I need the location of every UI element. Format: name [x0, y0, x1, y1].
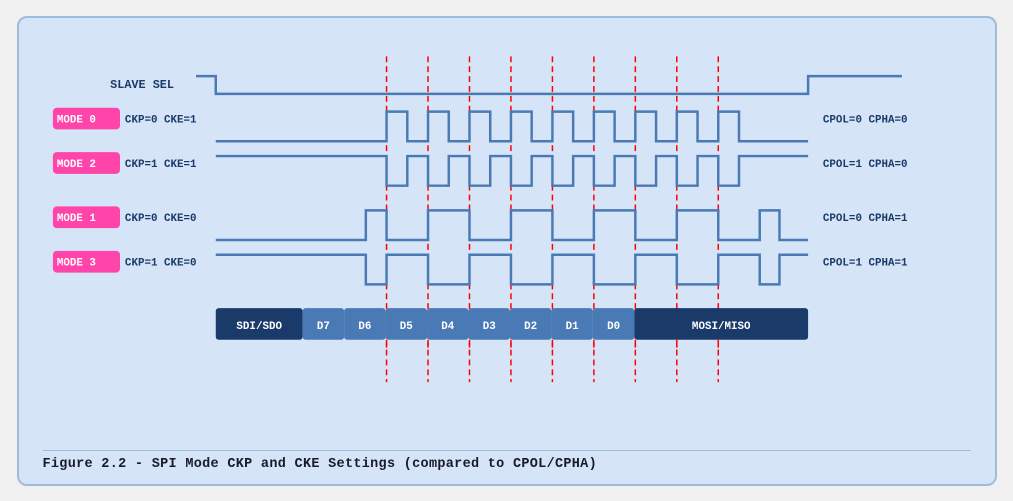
mode0-right: CPOL=0 CPHA=0 [822, 114, 907, 126]
mode0-params: CKP=0 CKE=1 [124, 114, 196, 126]
sdi-sdo-label: SDI/SDO [236, 320, 282, 332]
mode1-waveform [215, 210, 807, 240]
mode1-right: CPOL=0 CPHA=1 [822, 213, 907, 225]
mosi-miso-label: MOSI/MISO [691, 320, 750, 332]
d0-label: D0 [607, 320, 620, 332]
d2-label: D2 [524, 320, 537, 332]
main-container: text { font-family: 'Courier New', monos… [17, 16, 997, 486]
d4-label: D4 [441, 320, 455, 332]
mode3-waveform [215, 254, 807, 284]
slave-sel-waveform [196, 76, 902, 94]
mode2-waveform [215, 156, 807, 186]
d1-label: D1 [565, 320, 579, 332]
mode2-right: CPOL=1 CPHA=0 [822, 158, 907, 170]
mode1-params: CKP=0 CKE=0 [124, 213, 196, 225]
diagram-svg: text { font-family: 'Courier New', monos… [43, 36, 971, 442]
mode3-right: CPOL=1 CPHA=1 [822, 257, 907, 269]
figure-caption: Figure 2.2 - SPI Mode CKP and CKE Settin… [43, 450, 971, 472]
diagram-area: text { font-family: 'Courier New', monos… [43, 36, 971, 442]
mode3-params: CKP=1 CKE=0 [124, 257, 196, 269]
mode1-label: MODE 1 [56, 213, 96, 225]
slave-sel-label: SLAVE SEL [110, 77, 174, 91]
mode0-waveform [215, 111, 807, 141]
mode3-label: MODE 3 [56, 257, 95, 269]
d3-label: D3 [482, 320, 495, 332]
mode2-label: MODE 2 [56, 158, 95, 170]
mode0-label: MODE 0 [56, 114, 95, 126]
d7-label: D7 [316, 320, 329, 332]
mode2-params: CKP=1 CKE=1 [124, 158, 196, 170]
d6-label: D6 [358, 320, 371, 332]
d5-label: D5 [399, 320, 412, 332]
